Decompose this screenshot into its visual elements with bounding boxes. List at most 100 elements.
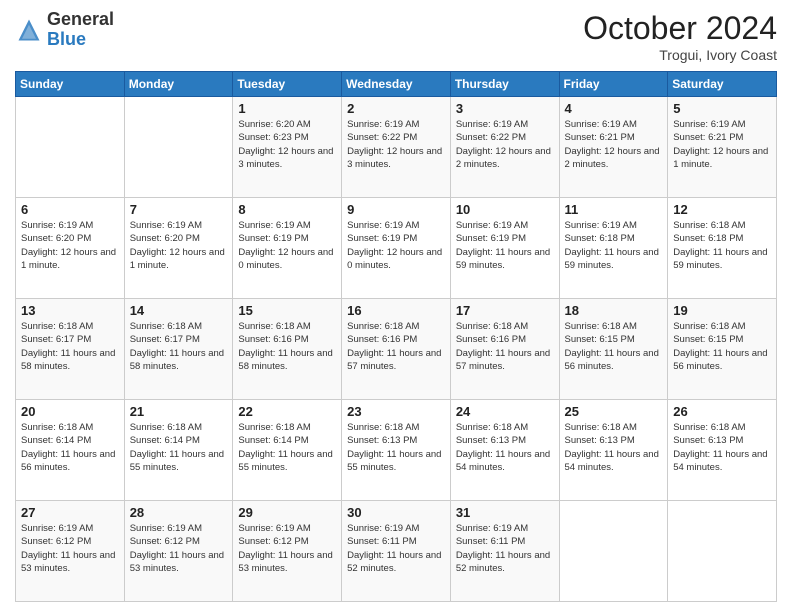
weekday-header: Thursday: [450, 72, 559, 97]
day-number: 2: [347, 101, 445, 116]
day-number: 30: [347, 505, 445, 520]
calendar-cell: 8Sunrise: 6:19 AM Sunset: 6:19 PM Daylig…: [233, 198, 342, 299]
day-info: Sunrise: 6:19 AM Sunset: 6:18 PM Dayligh…: [565, 219, 663, 272]
calendar-cell: 10 Sunrise: 6:19 AM Sunset: 6:19 PM Dayli…: [450, 198, 559, 299]
calendar-cell: 5 Sunrise: 6:19 AM Sunset: 6:21 PM Daylig…: [668, 97, 777, 198]
day-info: Sunrise: 6:18 AM Sunset: 6:17 PM Dayligh…: [130, 320, 228, 373]
header: General Blue October 2024 Trogui, Ivory …: [15, 10, 777, 63]
day-number: 14: [130, 303, 228, 318]
location-subtitle: Trogui, Ivory Coast: [583, 47, 777, 63]
day-number: 3: [456, 101, 554, 116]
day-number: 23: [347, 404, 445, 419]
day-info: Sunrise: 6:18 AM Sunset: 6:13 PM Dayligh…: [565, 421, 663, 474]
calendar-cell: 19 Sunrise: 6:18 AM Sunset: 6:15 PM Dayli…: [668, 299, 777, 400]
day-info: Sunrise: 6:19 AM Sunset: 6:21 PM Dayligh…: [673, 118, 771, 171]
weekday-header: Tuesday: [233, 72, 342, 97]
day-number: 6: [21, 202, 119, 217]
day-number: 1: [238, 101, 336, 116]
calendar-cell: 28 Sunrise: 6:19 AM Sunset: 6:12 PM Dayli…: [124, 501, 233, 602]
day-info: Sunrise: 6:19 AM Sunset: 6:12 PM Dayligh…: [21, 522, 119, 575]
weekday-header: Friday: [559, 72, 668, 97]
calendar-week-row: 6 Sunrise: 6:19 AM Sunset: 6:20 PM Daylig…: [16, 198, 777, 299]
calendar-cell: 13Sunrise: 6:18 AM Sunset: 6:17 PM Dayli…: [16, 299, 125, 400]
weekday-header: Sunday: [16, 72, 125, 97]
calendar-cell: [559, 501, 668, 602]
day-number: 16: [347, 303, 445, 318]
day-info: Sunrise: 6:18 AM Sunset: 6:14 PM Dayligh…: [238, 421, 336, 474]
day-number: 31: [456, 505, 554, 520]
day-number: 28: [130, 505, 228, 520]
calendar-cell: 21 Sunrise: 6:18 AM Sunset: 6:14 PM Dayli…: [124, 400, 233, 501]
day-info: Sunrise: 6:18 AM Sunset: 6:16 PM Dayligh…: [456, 320, 554, 373]
calendar-cell: 30 Sunrise: 6:19 AM Sunset: 6:11 PM Dayli…: [342, 501, 451, 602]
day-info: Sunrise: 6:18 AM Sunset: 6:14 PM Dayligh…: [130, 421, 228, 474]
day-number: 19: [673, 303, 771, 318]
title-block: October 2024 Trogui, Ivory Coast: [583, 10, 777, 63]
calendar-cell: 24 Sunrise: 6:18 AM Sunset: 6:13 PM Dayli…: [450, 400, 559, 501]
day-info: Sunrise: 6:18 AM Sunset: 6:13 PM Dayligh…: [673, 421, 771, 474]
day-info: Sunrise: 6:18 AM Sunset: 6:16 PM Dayligh…: [347, 320, 445, 373]
calendar-cell: 20Sunrise: 6:18 AM Sunset: 6:14 PM Dayli…: [16, 400, 125, 501]
calendar-week-row: 1 Sunrise: 6:20 AM Sunset: 6:23 PM Daylig…: [16, 97, 777, 198]
calendar-cell: 9Sunrise: 6:19 AM Sunset: 6:19 PM Daylig…: [342, 198, 451, 299]
day-info: Sunrise: 6:18 AM Sunset: 6:13 PM Dayligh…: [456, 421, 554, 474]
weekday-header: Saturday: [668, 72, 777, 97]
weekday-header: Wednesday: [342, 72, 451, 97]
calendar-cell: 14 Sunrise: 6:18 AM Sunset: 6:17 PM Dayli…: [124, 299, 233, 400]
day-info: Sunrise: 6:18 AM Sunset: 6:13 PM Dayligh…: [347, 421, 445, 474]
day-number: 10: [456, 202, 554, 217]
calendar-cell: 18 Sunrise: 6:18 AM Sunset: 6:15 PM Dayli…: [559, 299, 668, 400]
weekday-header: Monday: [124, 72, 233, 97]
day-info: Sunrise: 6:19 AM Sunset: 6:19 PM Dayligh…: [238, 219, 336, 272]
month-title: October 2024: [583, 10, 777, 47]
calendar-week-row: 27 Sunrise: 6:19 AM Sunset: 6:12 PM Dayli…: [16, 501, 777, 602]
day-number: 22: [238, 404, 336, 419]
day-info: Sunrise: 6:19 AM Sunset: 6:20 PM Dayligh…: [130, 219, 228, 272]
day-info: Sunrise: 6:19 AM Sunset: 6:12 PM Dayligh…: [238, 522, 336, 575]
day-info: Sunrise: 6:18 AM Sunset: 6:14 PM Dayligh…: [21, 421, 119, 474]
day-info: Sunrise: 6:18 AM Sunset: 6:17 PM Dayligh…: [21, 320, 119, 373]
calendar-cell: 12Sunrise: 6:18 AM Sunset: 6:18 PM Dayli…: [668, 198, 777, 299]
calendar-cell: 17Sunrise: 6:18 AM Sunset: 6:16 PM Dayli…: [450, 299, 559, 400]
calendar-cell: 27 Sunrise: 6:19 AM Sunset: 6:12 PM Dayli…: [16, 501, 125, 602]
logo-general: General: [47, 9, 114, 29]
calendar-cell: 25Sunrise: 6:18 AM Sunset: 6:13 PM Dayli…: [559, 400, 668, 501]
day-info: Sunrise: 6:19 AM Sunset: 6:19 PM Dayligh…: [347, 219, 445, 272]
calendar-cell: 6 Sunrise: 6:19 AM Sunset: 6:20 PM Daylig…: [16, 198, 125, 299]
calendar-cell: 29Sunrise: 6:19 AM Sunset: 6:12 PM Dayli…: [233, 501, 342, 602]
logo-icon: [15, 16, 43, 44]
day-number: 18: [565, 303, 663, 318]
calendar-cell: 11Sunrise: 6:19 AM Sunset: 6:18 PM Dayli…: [559, 198, 668, 299]
day-number: 24: [456, 404, 554, 419]
page: General Blue October 2024 Trogui, Ivory …: [0, 0, 792, 612]
day-info: Sunrise: 6:19 AM Sunset: 6:11 PM Dayligh…: [347, 522, 445, 575]
calendar-table: SundayMondayTuesdayWednesdayThursdayFrid…: [15, 71, 777, 602]
day-info: Sunrise: 6:19 AM Sunset: 6:12 PM Dayligh…: [130, 522, 228, 575]
day-info: Sunrise: 6:18 AM Sunset: 6:18 PM Dayligh…: [673, 219, 771, 272]
day-number: 15: [238, 303, 336, 318]
calendar-cell: [124, 97, 233, 198]
calendar-cell: 23 Sunrise: 6:18 AM Sunset: 6:13 PM Dayli…: [342, 400, 451, 501]
day-number: 5: [673, 101, 771, 116]
logo-text: General Blue: [47, 10, 114, 50]
calendar-cell: 31 Sunrise: 6:19 AM Sunset: 6:11 PM Dayli…: [450, 501, 559, 602]
day-info: Sunrise: 6:18 AM Sunset: 6:15 PM Dayligh…: [565, 320, 663, 373]
day-info: Sunrise: 6:18 AM Sunset: 6:16 PM Dayligh…: [238, 320, 336, 373]
calendar-cell: 7Sunrise: 6:19 AM Sunset: 6:20 PM Daylig…: [124, 198, 233, 299]
day-number: 27: [21, 505, 119, 520]
day-info: Sunrise: 6:20 AM Sunset: 6:23 PM Dayligh…: [238, 118, 336, 171]
calendar-cell: [16, 97, 125, 198]
day-info: Sunrise: 6:18 AM Sunset: 6:15 PM Dayligh…: [673, 320, 771, 373]
calendar-cell: 3Sunrise: 6:19 AM Sunset: 6:22 PM Daylig…: [450, 97, 559, 198]
calendar-cell: 16 Sunrise: 6:18 AM Sunset: 6:16 PM Dayli…: [342, 299, 451, 400]
day-number: 21: [130, 404, 228, 419]
day-number: 4: [565, 101, 663, 116]
calendar-cell: 26 Sunrise: 6:18 AM Sunset: 6:13 PM Dayli…: [668, 400, 777, 501]
day-info: Sunrise: 6:19 AM Sunset: 6:19 PM Dayligh…: [456, 219, 554, 272]
day-info: Sunrise: 6:19 AM Sunset: 6:20 PM Dayligh…: [21, 219, 119, 272]
calendar-week-row: 20Sunrise: 6:18 AM Sunset: 6:14 PM Dayli…: [16, 400, 777, 501]
calendar-cell: 22 Sunrise: 6:18 AM Sunset: 6:14 PM Dayli…: [233, 400, 342, 501]
day-info: Sunrise: 6:19 AM Sunset: 6:11 PM Dayligh…: [456, 522, 554, 575]
day-number: 26: [673, 404, 771, 419]
logo-blue: Blue: [47, 29, 86, 49]
